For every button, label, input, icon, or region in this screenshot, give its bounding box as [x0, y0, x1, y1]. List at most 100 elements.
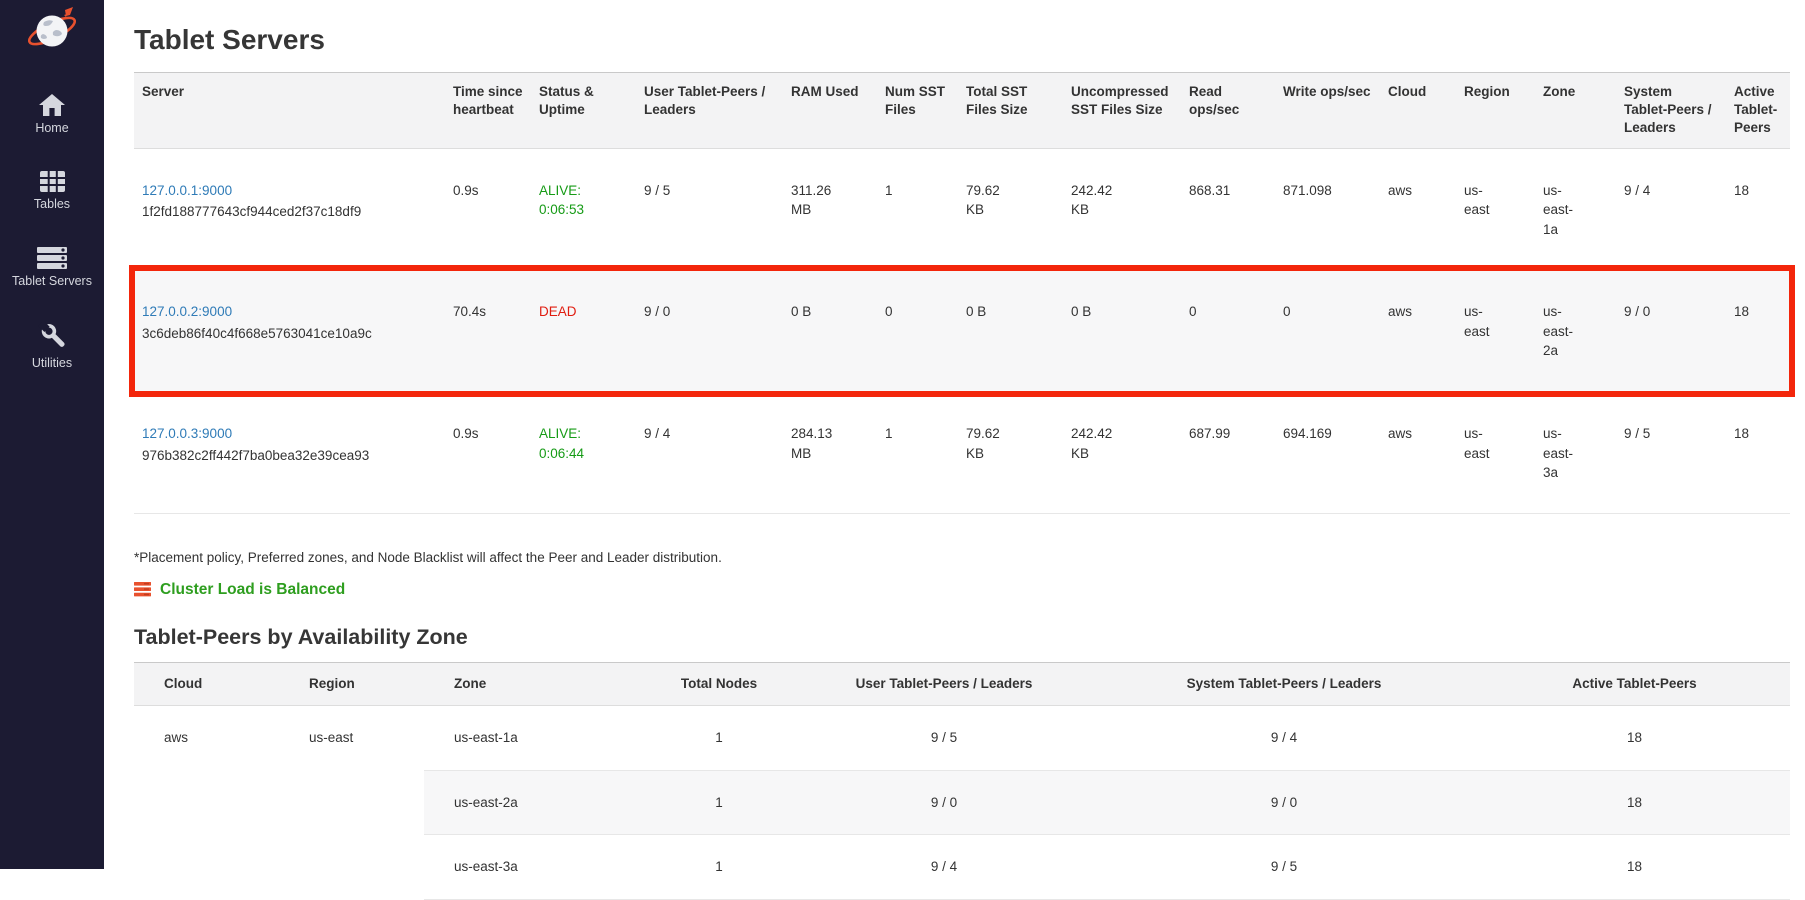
user-peers-cell: 9 / 5: [799, 705, 1089, 770]
read-ops-cell: 0: [1181, 270, 1275, 392]
write-ops-cell: 0: [1275, 270, 1380, 392]
total-sst-cell: 0 B: [958, 270, 1063, 392]
system-peers-cell: 9 / 5: [1089, 835, 1479, 900]
zone-cell: us-east-2a: [424, 770, 639, 835]
col-cloud: Cloud: [134, 662, 279, 705]
cluster-load-status: Cluster Load is Balanced: [134, 581, 1790, 599]
col-region: Region: [1456, 73, 1535, 149]
uncompressed-sst-cell: 242.42 KB: [1063, 148, 1181, 270]
sidebar-item-utilities[interactable]: Utilities: [0, 322, 104, 371]
server-address-link[interactable]: 127.0.0.1:9000: [142, 181, 437, 201]
server-row-127-0-0-2-highlighted: 127.0.0.2:9000 3c6deb86f40c4f668e5763041…: [134, 270, 1790, 392]
col-uncompressed-sst: Uncompressed SST Files Size: [1063, 73, 1181, 149]
servers-table-header-row: Server Time since heartbeat Status & Upt…: [134, 73, 1790, 149]
server-address-link[interactable]: 127.0.0.3:9000: [142, 424, 437, 444]
cloud-cell: aws: [1380, 148, 1456, 270]
region-cell: us-east: [1456, 270, 1535, 392]
status-cell: DEAD: [531, 270, 636, 392]
zone-cell: us-east-1a: [1535, 148, 1616, 270]
zone-cell: us-east-1a: [424, 705, 639, 770]
active-peers-cell: 18: [1726, 270, 1790, 392]
col-heartbeat: Time since heartbeat: [445, 73, 531, 149]
user-peers-cell: 9 / 4: [799, 835, 1089, 900]
sidebar-item-label: Tables: [34, 198, 70, 212]
col-total-nodes: Total Nodes: [639, 662, 799, 705]
active-peers-cell: 18: [1479, 835, 1790, 900]
col-active-peers: Active Tablet-Peers: [1479, 662, 1790, 705]
region-cell: us-east: [1456, 392, 1535, 514]
zone-cell: us-east-3a: [424, 835, 639, 900]
total-nodes-cell: 1: [639, 835, 799, 900]
col-server: Server: [134, 73, 445, 149]
user-peers-cell: 9 / 0: [636, 270, 783, 392]
cloud-cell: aws: [1380, 270, 1456, 392]
zone-cell: us-east-2a: [1535, 270, 1616, 392]
zone-cell: us-east-3a: [1535, 392, 1616, 514]
cloud-cell: aws: [1380, 392, 1456, 514]
sidebar-item-label: Tablet Servers: [12, 275, 92, 289]
server-address-link[interactable]: 127.0.0.2:9000: [142, 302, 437, 322]
server-row-127-0-0-1: 127.0.0.1:9000 1f2fd188777643cf944ced2f3…: [134, 148, 1790, 270]
zones-table-header-row: Cloud Region Zone Total Nodes User Table…: [134, 662, 1790, 705]
tablet-peers-by-zone-table: Cloud Region Zone Total Nodes User Table…: [134, 662, 1790, 900]
heartbeat-cell: 0.9s: [445, 148, 531, 270]
cloud-cell: aws: [134, 705, 279, 899]
zones-section-title: Tablet-Peers by Availability Zone: [134, 625, 1790, 650]
region-cell: us-east: [1456, 148, 1535, 270]
col-cloud: Cloud: [1380, 73, 1456, 149]
total-sst-cell: 79.62 KB: [958, 148, 1063, 270]
ram-cell: 0 B: [783, 270, 877, 392]
yugabyte-logo[interactable]: [28, 6, 76, 59]
user-peers-cell: 9 / 0: [799, 770, 1089, 835]
user-peers-cell: 9 / 5: [636, 148, 783, 270]
sidebar-item-tables[interactable]: Tables: [0, 170, 104, 212]
sidebar: Home Tables Tablet Servers: [0, 0, 104, 869]
col-system-peers: System Tablet-Peers / Leaders: [1089, 662, 1479, 705]
write-ops-cell: 694.169: [1275, 392, 1380, 514]
wrench-icon: [38, 322, 66, 352]
col-zone: Zone: [424, 662, 639, 705]
active-peers-cell: 18: [1726, 392, 1790, 514]
col-user-peers: User Tablet-Peers / Leaders: [636, 73, 783, 149]
sidebar-item-home[interactable]: Home: [0, 93, 104, 136]
total-nodes-cell: 1: [639, 705, 799, 770]
col-system-peers: System Tablet-Peers / Leaders: [1616, 73, 1726, 149]
active-peers-cell: 18: [1726, 148, 1790, 270]
main-content: Tablet Servers Server Time since heartbe…: [104, 0, 1805, 869]
uncompressed-sst-cell: 0 B: [1063, 270, 1181, 392]
write-ops-cell: 871.098: [1275, 148, 1380, 270]
col-status: Status & Uptime: [531, 73, 636, 149]
read-ops-cell: 687.99: [1181, 392, 1275, 514]
system-peers-cell: 9 / 5: [1616, 392, 1726, 514]
total-nodes-cell: 1: [639, 770, 799, 835]
status-cell: ALIVE: 0:06:53: [531, 148, 636, 270]
active-peers-cell: 18: [1479, 770, 1790, 835]
server-uuid: 1f2fd188777643cf944ced2f37c18df9: [142, 202, 437, 222]
ram-cell: 284.13 MB: [783, 392, 877, 514]
col-zone: Zone: [1535, 73, 1616, 149]
num-sst-cell: 1: [877, 392, 958, 514]
page-title: Tablet Servers: [134, 24, 1790, 56]
num-sst-cell: 0: [877, 270, 958, 392]
server-uuid: 3c6deb86f40c4f668e5763041ce10a9c: [142, 324, 437, 344]
col-region: Region: [279, 662, 424, 705]
system-peers-cell: 9 / 0: [1616, 270, 1726, 392]
col-active-peers: Active Tablet-Peers: [1726, 73, 1790, 149]
col-num-sst: Num SST Files: [877, 73, 958, 149]
sidebar-item-label: Home: [35, 122, 68, 136]
system-peers-cell: 9 / 4: [1089, 705, 1479, 770]
num-sst-cell: 1: [877, 148, 958, 270]
col-ram: RAM Used: [783, 73, 877, 149]
status-cell: ALIVE: 0:06:44: [531, 392, 636, 514]
sidebar-item-label: Utilities: [32, 357, 72, 371]
system-peers-cell: 9 / 0: [1089, 770, 1479, 835]
region-cell: us-east: [279, 705, 424, 899]
server-uuid: 976b382c2ff442f7ba0bea32e39cea93: [142, 446, 437, 466]
sidebar-item-tablet-servers[interactable]: Tablet Servers: [0, 246, 104, 289]
tables-grid-icon: [39, 170, 66, 193]
server-stack-icon: [36, 246, 68, 270]
cluster-status-label: Cluster Load is Balanced: [160, 581, 345, 599]
system-peers-cell: 9 / 4: [1616, 148, 1726, 270]
placement-policy-footnote: *Placement policy, Preferred zones, and …: [134, 550, 1790, 565]
planet-rocket-logo-icon: [28, 6, 76, 54]
